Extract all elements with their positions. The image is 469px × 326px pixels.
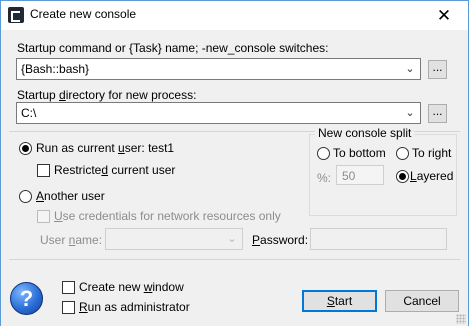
startup-directory-label: Startup directory for new process: <box>17 88 197 102</box>
split-to-bottom-label: To bottom <box>333 146 386 160</box>
run-as-admin-label: Run as administrator <box>79 300 190 314</box>
password-label: Password: <box>252 233 309 247</box>
startup-directory-combo[interactable]: C:\ ⌄ <box>16 102 421 124</box>
another-user-radio[interactable] <box>19 190 32 203</box>
user-name-combo[interactable]: ⌄ <box>105 228 243 250</box>
new-console-split-title: New console split <box>315 126 415 140</box>
run-as-current-user-label: Run as current user: test1 <box>36 141 175 155</box>
split-to-right-label: To right <box>412 146 452 160</box>
help-icon[interactable]: ? <box>10 282 43 315</box>
dialog-content: Startup command or {Task} name; -new_con… <box>1 30 468 326</box>
another-user-label: Another user <box>36 189 105 203</box>
start-button[interactable]: Start <box>302 290 377 312</box>
startup-command-label: Startup command or {Task} name; -new_con… <box>17 41 329 55</box>
restricted-user-checkbox[interactable] <box>37 164 50 177</box>
restricted-user-label: Restricted current user <box>54 163 176 177</box>
chevron-down-icon[interactable]: ⌄ <box>402 59 418 79</box>
chevron-down-icon[interactable]: ⌄ <box>402 103 418 123</box>
create-new-window-checkbox[interactable] <box>62 281 75 294</box>
split-percent-input[interactable]: 50 <box>336 165 384 185</box>
startup-directory-value: C:\ <box>21 106 37 120</box>
split-layered-radio[interactable] <box>396 170 409 183</box>
window-title: Create new console <box>30 7 137 21</box>
run-as-admin-checkbox[interactable] <box>62 301 75 314</box>
startup-command-value: {Bash::bash} <box>21 62 90 76</box>
startup-command-combo[interactable]: {Bash::bash} ⌄ <box>16 58 421 80</box>
create-console-dialog: Create new console ✕ Startup command or … <box>0 0 469 326</box>
split-percent-label: %: <box>317 171 332 185</box>
resize-grip[interactable] <box>456 314 466 324</box>
close-button[interactable]: ✕ <box>421 1 467 30</box>
run-as-current-user-radio[interactable] <box>19 142 32 155</box>
chevron-down-icon[interactable]: ⌄ <box>224 229 240 249</box>
conemu-app-icon <box>8 7 24 23</box>
split-layered-label: Layered <box>410 169 454 183</box>
user-name-label: User name: <box>40 233 103 247</box>
password-input[interactable] <box>310 228 447 250</box>
startup-command-browse-button[interactable]: ... <box>428 60 447 79</box>
split-to-right-radio[interactable] <box>396 147 409 160</box>
title-bar: Create new console ✕ <box>1 1 468 30</box>
create-new-window-label: Create new window <box>79 280 184 294</box>
use-credentials-checkbox[interactable] <box>37 210 50 223</box>
split-to-bottom-radio[interactable] <box>317 147 330 160</box>
use-credentials-label: Use credentials for network resources on… <box>54 209 281 223</box>
cancel-button[interactable]: Cancel <box>385 290 459 312</box>
startup-directory-browse-button[interactable]: ... <box>428 104 447 123</box>
separator <box>9 259 460 260</box>
